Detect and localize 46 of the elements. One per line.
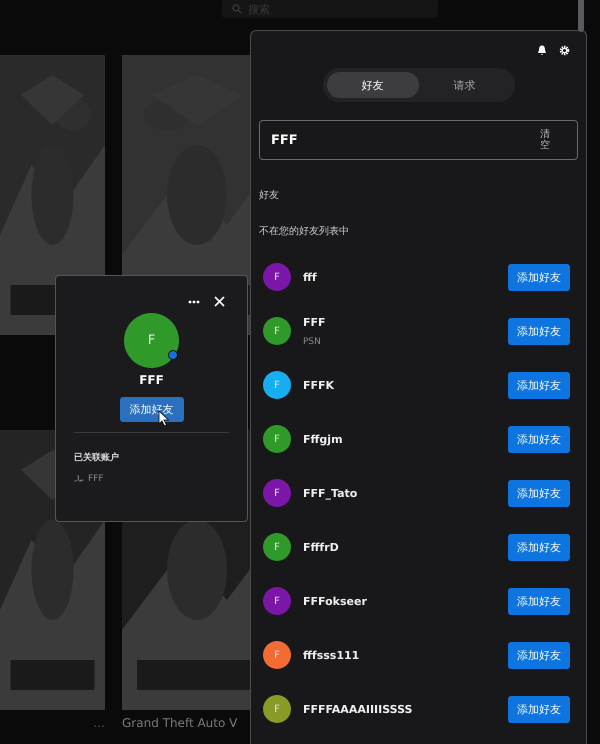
avatar: F	[263, 695, 291, 723]
search-icon	[232, 4, 242, 14]
user-name: FFFFAAAAIIIISSSS	[303, 702, 414, 716]
add-friend-button[interactable]: 添加好友	[508, 642, 570, 668]
avatar: F	[263, 587, 291, 615]
search-field[interactable]: FFF 清空	[259, 120, 578, 160]
avatar: F	[263, 425, 291, 453]
user-name: Fffgjm	[303, 432, 344, 446]
add-friend-button[interactable]: 添加好友	[508, 588, 570, 614]
close-icon[interactable]	[214, 296, 225, 307]
avatar: F	[263, 317, 291, 345]
bell-icon[interactable]	[537, 45, 547, 56]
add-friend-button[interactable]: 添加好友	[508, 480, 570, 506]
user-name: FfffrD	[303, 540, 340, 554]
user-name: FFF	[139, 373, 164, 387]
add-friend-button[interactable]: 添加好友	[508, 318, 570, 344]
user-name: FFF_Tato	[303, 486, 358, 500]
avatar: F	[263, 533, 291, 561]
add-friend-button[interactable]: 添加好友	[508, 696, 570, 722]
user-name: FFFokseer	[303, 594, 368, 608]
user-name: FFFK	[303, 378, 336, 392]
avatar: F	[263, 641, 291, 669]
account-name: FFF	[88, 474, 104, 484]
add-friend-button[interactable]: 添加好友	[508, 534, 570, 560]
user-name: FFF	[303, 316, 327, 328]
platform-label: PSN	[303, 336, 322, 346]
game-title: Grand Theft Auto V	[122, 716, 238, 730]
section-subheading: 不在您的好友列表中	[259, 224, 350, 238]
add-friend-button[interactable]: 添加好友	[508, 264, 570, 290]
user-name: fff	[303, 270, 318, 284]
more-icon[interactable]	[188, 300, 200, 304]
add-friend-button[interactable]: 添加好友	[508, 372, 570, 398]
section-title: 好友	[259, 189, 280, 202]
avatar: F	[124, 313, 179, 368]
tab[interactable]: 好友	[326, 72, 418, 98]
tab[interactable]: 请求	[418, 72, 510, 98]
settings-icon[interactable]	[559, 45, 570, 56]
clear-button[interactable]: 清空	[539, 129, 551, 151]
linked-accounts-title: 已关联账户	[74, 451, 119, 464]
playstation-icon	[74, 475, 84, 483]
add-friend-button[interactable]: 添加好友	[508, 426, 570, 452]
avatar: F	[263, 479, 291, 507]
avatar: F	[263, 371, 291, 399]
avatar: F	[263, 263, 291, 291]
user-name: fffsss111	[303, 648, 360, 662]
more-label[interactable]: …	[93, 716, 105, 730]
